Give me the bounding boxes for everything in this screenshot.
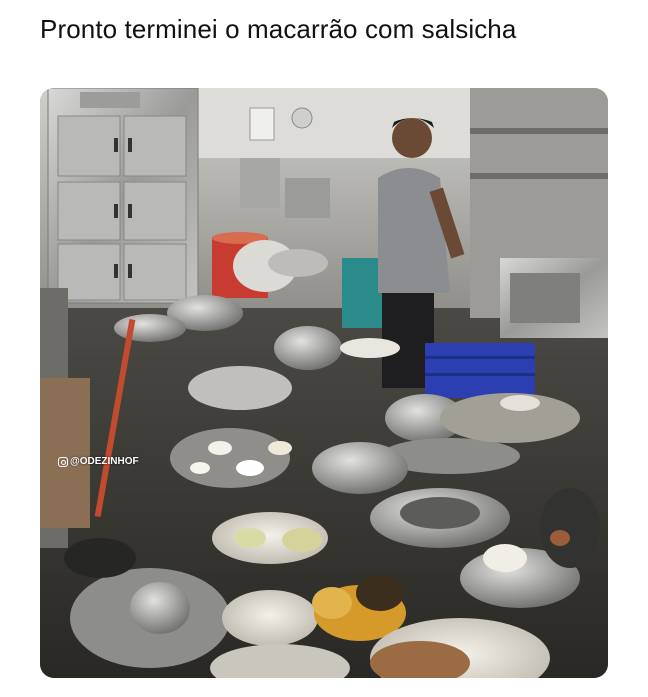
watermark-text: @ODEZINHOF [70, 456, 139, 467]
instagram-icon [58, 456, 68, 467]
post-caption: Pronto terminei o macarrão com salsicha [40, 14, 517, 44]
meme-photo: @ODEZINHOF [40, 88, 608, 678]
fridge-cabinets [47, 88, 199, 304]
kitchen-scene [40, 88, 608, 678]
watermark: @ODEZINHOF [58, 456, 139, 467]
